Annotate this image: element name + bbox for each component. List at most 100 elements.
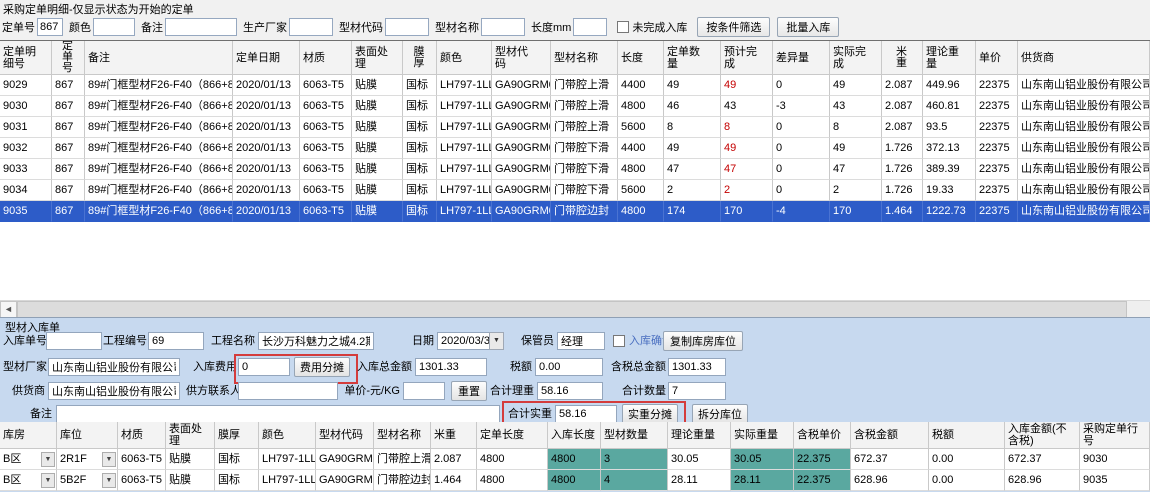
keeper-input[interactable] bbox=[557, 332, 605, 350]
note-input[interactable] bbox=[56, 405, 500, 423]
factory-input[interactable] bbox=[48, 358, 180, 376]
table-cell: 6063-T5 bbox=[300, 138, 352, 159]
table-cell: 6063-T5 bbox=[300, 201, 352, 222]
table-cell: 2.087 bbox=[882, 96, 923, 117]
table-cell: 0.00 bbox=[929, 449, 1005, 470]
reset-button[interactable]: 重置 bbox=[451, 381, 487, 401]
filter-profile-name-input[interactable] bbox=[481, 18, 525, 36]
table-cell: 28.11 bbox=[731, 470, 794, 491]
table-cell: 30.05 bbox=[668, 449, 731, 470]
column-header: 颜色 bbox=[437, 41, 492, 75]
column-header: 型材名称 bbox=[551, 41, 618, 75]
table-cell: 867 bbox=[52, 75, 85, 96]
table-row[interactable]: 903086789#门框型材F26-F40（866+867）2020/01/13… bbox=[0, 96, 1150, 117]
split-location-button[interactable]: 拆分库位 bbox=[692, 404, 748, 424]
column-header: 膜厚 bbox=[403, 41, 437, 75]
table-cell: 0.00 bbox=[929, 470, 1005, 491]
table-cell: 门带腔下滑 bbox=[551, 159, 618, 180]
project-name-input[interactable] bbox=[258, 332, 374, 350]
filter-profile-name-label: 型材名称 bbox=[435, 19, 479, 35]
table-cell: GA90GRM04 bbox=[492, 180, 551, 201]
table-row[interactable]: 903386789#门框型材F26-F40（866+867）2020/01/13… bbox=[0, 159, 1150, 180]
dropdown-icon[interactable]: ▼ bbox=[41, 473, 55, 488]
table-cell: LH797-1LL0 bbox=[259, 470, 316, 491]
filter-manufacturer-input[interactable] bbox=[289, 18, 333, 36]
table-cell: 49 bbox=[664, 75, 721, 96]
table-cell: 4800 bbox=[618, 201, 664, 222]
table-cell: 2020/01/13 bbox=[233, 201, 300, 222]
filter-note-label: 备注 bbox=[141, 19, 163, 35]
tax-input[interactable] bbox=[535, 358, 603, 376]
table-cell: 6063-T5 bbox=[300, 117, 352, 138]
copy-warehouse-location-button[interactable]: 复制库房库位 bbox=[663, 331, 743, 351]
fee-share-button[interactable]: 费用分摊 bbox=[294, 357, 350, 377]
batch-inbound-button[interactable]: 批量入库 bbox=[777, 17, 839, 37]
column-header: 长度 bbox=[618, 41, 664, 75]
filter-by-condition-button[interactable]: 按条件筛选 bbox=[697, 17, 770, 37]
table-cell: 93.5 bbox=[923, 117, 976, 138]
table-cell: 47 bbox=[664, 159, 721, 180]
table-row[interactable]: 902986789#门框型材F26-F40（866+867）2020/01/13… bbox=[0, 75, 1150, 96]
table-cell: -4 bbox=[773, 201, 830, 222]
table-cell: GA90GRM03 bbox=[316, 449, 374, 470]
filter-color-input[interactable] bbox=[93, 18, 135, 36]
scroll-left-button[interactable]: ◄ bbox=[0, 301, 17, 318]
inbound-no-input[interactable] bbox=[46, 332, 102, 350]
supplier-input[interactable] bbox=[48, 382, 180, 400]
order-filter-bar: 采购定单明细-仅显示状态为开始的定单 定单号 颜色 备注 生产厂家 型材代码 型… bbox=[0, 0, 1150, 40]
filter-note-input[interactable] bbox=[165, 18, 237, 36]
table-row[interactable]: B区▼5B2F▼6063-T5贴膜国标LH797-1LL0GA90GRM05门带… bbox=[0, 470, 1150, 491]
table-cell: 43 bbox=[830, 96, 882, 117]
fee-input[interactable] bbox=[238, 358, 290, 376]
table-row[interactable]: 903286789#门框型材F26-F40（866+867）2020/01/13… bbox=[0, 138, 1150, 159]
table-cell: GA90GRM04 bbox=[492, 138, 551, 159]
supplier-contact-input[interactable] bbox=[238, 382, 338, 400]
table-cell: 山东南山铝业股份有限公司 bbox=[1018, 96, 1150, 117]
horizontal-scrollbar[interactable]: ◄ bbox=[0, 300, 1150, 318]
theory-total-label: 合计理重 bbox=[488, 382, 534, 400]
table-cell: 867 bbox=[52, 117, 85, 138]
table-cell: 628.96 bbox=[1005, 470, 1080, 491]
project-no-input[interactable] bbox=[148, 332, 204, 350]
qty-total-input[interactable] bbox=[668, 382, 726, 400]
filter-length-input[interactable] bbox=[573, 18, 607, 36]
theory-total-input[interactable] bbox=[537, 382, 603, 400]
table-cell: 30.05 bbox=[731, 449, 794, 470]
dropdown-icon[interactable]: ▼ bbox=[41, 452, 55, 467]
actual-weight-share-button[interactable]: 实重分摊 bbox=[622, 404, 678, 424]
tax-total-input[interactable] bbox=[668, 358, 726, 376]
column-header: 实际完成 bbox=[830, 41, 882, 75]
table-cell: 0 bbox=[773, 117, 830, 138]
filter-profile-code-input[interactable] bbox=[385, 18, 429, 36]
table-cell: 9030 bbox=[1080, 449, 1150, 470]
table-row[interactable]: 903186789#门框型材F26-F40（866+867）2020/01/13… bbox=[0, 117, 1150, 138]
table-cell: 2020/01/13 bbox=[233, 117, 300, 138]
inbound-total-input[interactable] bbox=[415, 358, 487, 376]
actual-total-input[interactable] bbox=[555, 405, 617, 423]
table-cell: LH797-1LL0 bbox=[437, 138, 492, 159]
column-header: 定单日期 bbox=[233, 41, 300, 75]
table-cell: 9029 bbox=[0, 75, 52, 96]
table-row[interactable]: B区▼2R1F▼6063-T5贴膜国标LH797-1LL0GA90GRM03门带… bbox=[0, 449, 1150, 470]
table-row[interactable]: 903586789#门框型材F26-F40（866+867）2020/01/13… bbox=[0, 201, 1150, 222]
column-header: 采购定单行号 bbox=[1080, 422, 1150, 449]
column-header: 膜厚 bbox=[215, 422, 259, 449]
date-dropdown-icon[interactable]: ▼ bbox=[489, 332, 504, 350]
dropdown-icon[interactable]: ▼ bbox=[102, 473, 116, 488]
table-row[interactable]: 903486789#门框型材F26-F40（866+867）2020/01/13… bbox=[0, 180, 1150, 201]
table-cell: 贴膜 bbox=[352, 117, 403, 138]
filter-order-no-label: 定单号 bbox=[2, 19, 35, 35]
inbound-confirm-checkbox[interactable] bbox=[613, 335, 625, 347]
scrollbar-thumb[interactable] bbox=[17, 301, 1127, 318]
table-cell: 5600 bbox=[618, 117, 664, 138]
column-header: 实际重量 bbox=[731, 422, 794, 449]
filter-order-no-input[interactable] bbox=[37, 18, 63, 36]
unit-price-input[interactable] bbox=[403, 382, 445, 400]
unfinished-inbound-checkbox[interactable] bbox=[617, 21, 629, 33]
table-cell: 867 bbox=[52, 180, 85, 201]
dropdown-icon[interactable]: ▼ bbox=[102, 452, 116, 467]
table-cell: 9035 bbox=[1080, 470, 1150, 491]
table-cell: 0 bbox=[773, 180, 830, 201]
table-cell: 9032 bbox=[0, 138, 52, 159]
table-cell: GA90GRM03 bbox=[492, 117, 551, 138]
